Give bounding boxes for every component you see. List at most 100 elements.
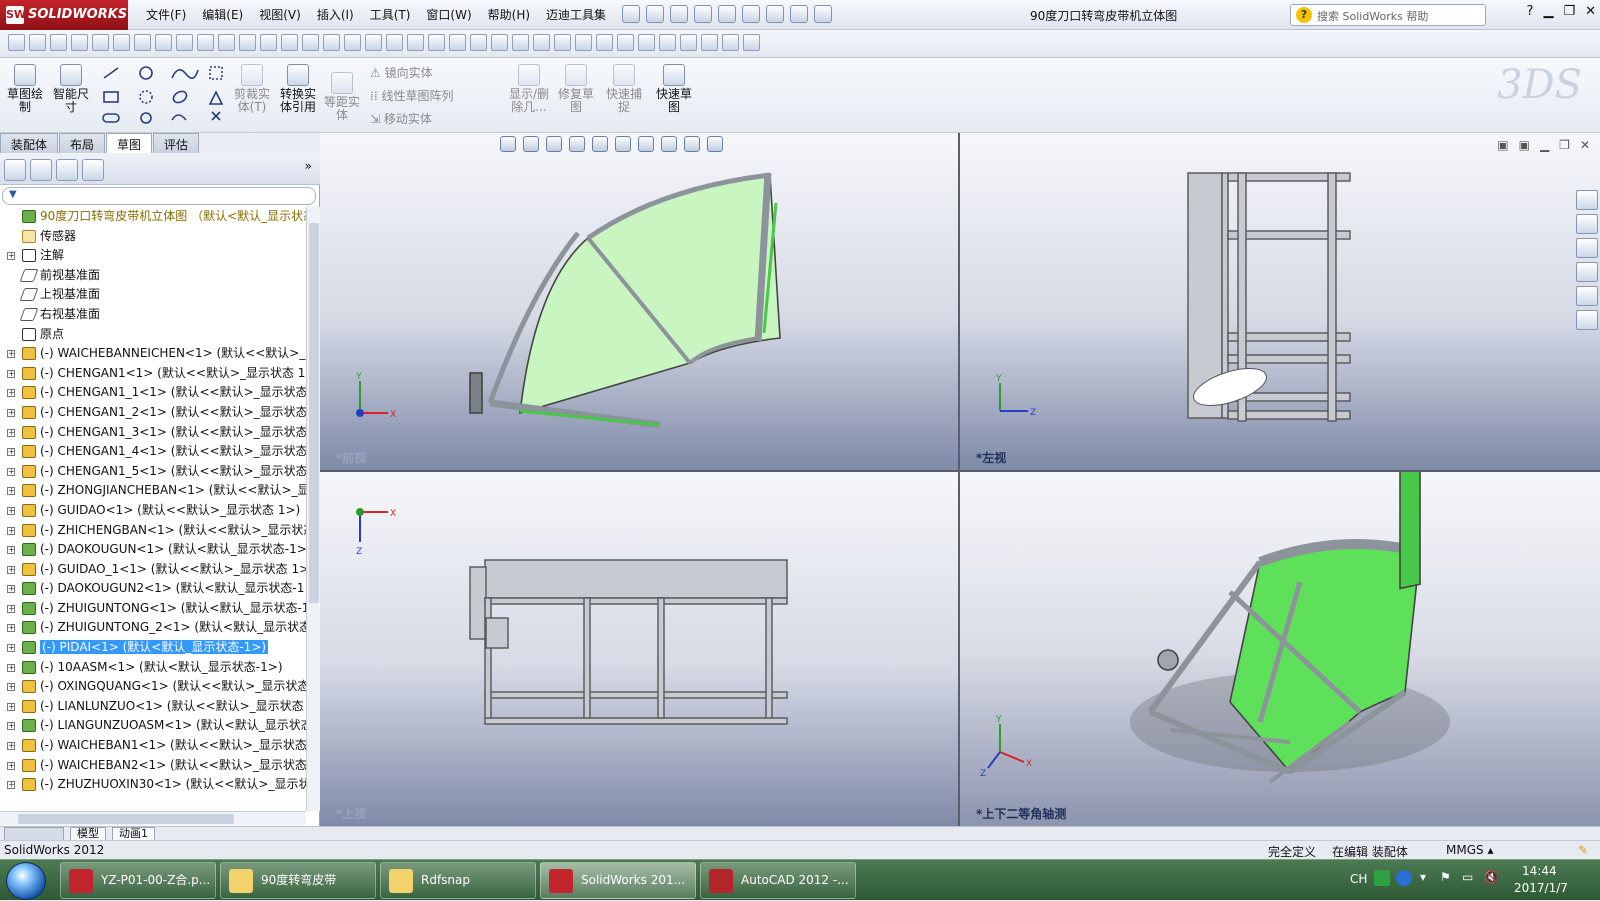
tree-item[interactable]: + (-) ZHUZHUOXIN30<1> (默认<<默认>_显示状 — [0, 775, 306, 795]
tab-animation[interactable]: 动画1 — [112, 827, 155, 841]
expand-toggle-icon[interactable]: + — [7, 781, 15, 790]
tree-item[interactable]: 右视基准面 — [0, 305, 306, 325]
expand-toggle-icon[interactable]: + — [7, 742, 15, 751]
tree-item[interactable]: + (-) ZHONGJIANCHEBAN<1> (默认<<默认>_显 — [0, 481, 306, 501]
offset-entities-button[interactable]: 等距实 体 — [322, 70, 362, 122]
save-icon[interactable] — [670, 5, 688, 23]
scene-icon[interactable] — [684, 136, 700, 152]
printer-icon[interactable] — [701, 34, 718, 51]
gear-icon[interactable] — [512, 34, 529, 51]
tools-icon[interactable] — [197, 34, 214, 51]
gear2-icon[interactable] — [533, 34, 550, 51]
search-icon[interactable] — [638, 34, 655, 51]
previous-view-icon[interactable] — [546, 136, 562, 152]
menu-file[interactable]: 文件(F) — [138, 6, 194, 23]
tree-item[interactable]: 前视基准面 — [0, 266, 306, 286]
select-arrow-icon[interactable] — [742, 5, 760, 23]
expand-toggle-icon[interactable]: + — [7, 761, 15, 770]
checkbox-gray-icon[interactable] — [155, 34, 172, 51]
network-icon[interactable] — [470, 34, 487, 51]
pin-icon[interactable] — [575, 34, 592, 51]
flag-icon[interactable]: ⚑ — [1440, 870, 1451, 884]
tab-sketch[interactable]: 草图 — [106, 133, 153, 153]
tree-item[interactable]: + (-) LIANLUNZUO<1> (默认<<默认>_显示状态 — [0, 697, 306, 717]
gear-red-icon[interactable] — [344, 34, 361, 51]
expand-toggle-icon[interactable]: + — [7, 722, 15, 731]
globe-icon[interactable] — [92, 34, 109, 51]
tab-evaluate[interactable]: 评估 — [153, 133, 200, 153]
expand-toggle-icon[interactable]: + — [7, 467, 15, 476]
angle-icon[interactable] — [428, 34, 445, 51]
checkbox-icon[interactable] — [134, 34, 151, 51]
export-icon[interactable] — [722, 34, 739, 51]
tree-item[interactable]: + (-) ZHICHENGBAN<1> (默认<<默认>_显示状态 — [0, 521, 306, 541]
input-method-icon[interactable] — [1374, 870, 1390, 886]
close-icon[interactable]: ✕ — [1585, 4, 1596, 19]
tree-item[interactable]: + (-) DAOKOUGUN<1> (默认<默认_显示状态-1> — [0, 540, 306, 560]
design-library-icon[interactable] — [1576, 214, 1598, 234]
minimize-icon[interactable]: ▁ — [1543, 4, 1553, 19]
copy-icon[interactable] — [260, 34, 277, 51]
home-icon[interactable] — [1576, 190, 1598, 210]
graphics-area[interactable]: Y X *前视 Y Z *左视 X Z *上视 Y X Z *上下二等角轴测 ▣… — [320, 133, 1600, 826]
monitor-icon[interactable] — [449, 34, 466, 51]
pie-icon[interactable] — [386, 34, 403, 51]
solidworks-logo[interactable]: SW SOLIDWORKS — [0, 0, 128, 30]
minimize-icon[interactable]: ▁ — [1540, 138, 1549, 152]
tree-root-assembly[interactable]: 90度刀口转弯皮带机立体图 （默认<默认_显示状态 — [0, 207, 306, 227]
sum-icon[interactable] — [176, 34, 193, 51]
expand-toggle-icon[interactable]: + — [7, 644, 15, 653]
expand-toggle-icon[interactable]: + — [7, 428, 15, 437]
balance-icon[interactable] — [239, 34, 256, 51]
spring-icon[interactable] — [596, 34, 613, 51]
menu-insert[interactable]: 插入(I) — [309, 6, 362, 23]
folder-icon[interactable] — [71, 34, 88, 51]
restore-icon[interactable]: ❐ — [1563, 4, 1575, 19]
scroll-thumb[interactable] — [309, 223, 319, 603]
funnel-icon[interactable] — [554, 34, 571, 51]
zoom-fit-icon[interactable] — [500, 136, 516, 152]
taskbar-item-folder-conveyor[interactable]: 90度转弯皮带 — [220, 862, 376, 899]
expand-toggle-icon[interactable]: + — [7, 389, 15, 398]
clock-time[interactable]: 14:44 — [1522, 864, 1557, 878]
network-icon[interactable]: ▾ — [1420, 870, 1426, 884]
viewport-splitter-vertical[interactable] — [958, 133, 960, 826]
tree-item[interactable]: 传感器 — [0, 227, 306, 247]
tree-item[interactable]: + (-) WAICHEBAN2<1> (默认<<默认>_显示状态 — [0, 756, 306, 776]
property-manager-icon[interactable] — [30, 159, 52, 181]
tab-assembly[interactable]: 装配体 — [0, 133, 59, 153]
view-palette-icon[interactable] — [1576, 262, 1598, 282]
grid-icon[interactable] — [302, 34, 319, 51]
rapid-sketch-button[interactable]: 快速草 图 — [652, 62, 696, 114]
calendar-icon[interactable] — [743, 34, 760, 51]
menu-window[interactable]: 窗口(W) — [418, 6, 479, 23]
menu-tools[interactable]: 工具(T) — [362, 6, 419, 23]
smart-dimension-button[interactable]: 智能尺 寸 — [50, 62, 92, 114]
expand-toggle-icon[interactable]: + — [7, 350, 15, 359]
menu-edit[interactable]: 编辑(E) — [194, 6, 251, 23]
binoculars-icon[interactable] — [659, 34, 676, 51]
menu-maidi-tools[interactable]: 迈迪工具集 — [538, 6, 614, 23]
tree-vertical-scrollbar[interactable] — [306, 207, 320, 811]
undo-icon[interactable] — [718, 5, 736, 23]
quick-snaps-button[interactable]: 快速捕 捉 — [602, 62, 646, 114]
expand-toggle-icon[interactable]: + — [7, 252, 15, 261]
help-search-input[interactable]: ? 搜索 SolidWorks 帮助 — [1290, 4, 1486, 26]
language-indicator[interactable]: CH — [1350, 872, 1367, 886]
edit-icon[interactable] — [113, 34, 130, 51]
repair-sketch-button[interactable]: 修复草 图 — [554, 62, 598, 114]
tree-item[interactable]: + (-) WAICHEBANNEICHEN<1> (默认<<默认>_显 — [0, 344, 306, 364]
tree-item[interactable]: + (-) CHENGAN1_4<1> (默认<<默认>_显示状态 — [0, 442, 306, 462]
appearance-icon[interactable] — [661, 136, 677, 152]
menu-help[interactable]: 帮助(H) — [480, 6, 538, 23]
view-settings-icon[interactable] — [707, 136, 723, 152]
bolt-icon[interactable] — [617, 34, 634, 51]
display-manager-icon[interactable] — [82, 159, 104, 181]
custom-properties-icon[interactable] — [1576, 310, 1598, 330]
expand-toggle-icon[interactable]: + — [7, 585, 15, 594]
taskbar-item-solidworks[interactable]: SolidWorks 201... — [540, 862, 696, 899]
view-orientation-icon[interactable] — [592, 136, 608, 152]
link-views-icon[interactable]: ▣ — [1519, 138, 1530, 152]
display-style-icon[interactable] — [615, 136, 631, 152]
excel-icon[interactable] — [680, 34, 697, 51]
